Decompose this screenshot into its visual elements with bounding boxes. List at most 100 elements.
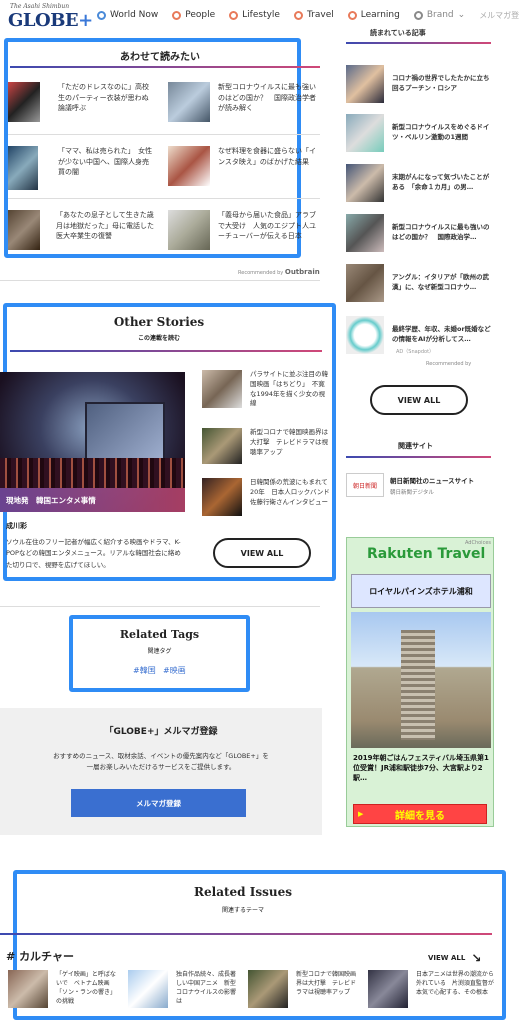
article-thumbnail — [346, 214, 384, 252]
outbrain-credit[interactable]: Recommended by Outbrain — [238, 268, 320, 276]
asahi-logo: 朝日新聞 — [346, 473, 384, 497]
article-thumbnail — [346, 264, 384, 302]
article-title: なぜ料理を食器に盛らない「インスタ映え」のばかげた結果 — [218, 147, 316, 166]
feature-screen — [85, 402, 165, 464]
globe-logo[interactable]: GLOBE+ — [8, 10, 93, 31]
ranking-item[interactable]: 末期がんになって気づいたことがある 「余命１カ月」の男… — [346, 164, 496, 202]
story-item[interactable]: 日韓関係の荒波にもまれて20年 日本人ロックバンド佐藤行衛さんインタビュー — [202, 478, 332, 516]
story-title: 日韓関係の荒波にもまれて20年 日本人ロックバンド佐藤行衛さんインタビュー — [250, 478, 330, 506]
divider — [8, 134, 320, 135]
issue-thumbnail — [128, 970, 168, 1008]
hotel-building — [401, 630, 435, 740]
article-thumbnail — [168, 146, 210, 186]
related-sites-title: 関連サイト — [398, 442, 433, 450]
sponsored-thumbnail — [346, 316, 384, 354]
ranking-item[interactable]: 新型コロナウイルスをめぐるドイツ・ベルリン激動の1週間 — [346, 114, 496, 152]
divider — [0, 606, 320, 607]
logo-text: GLOBE — [8, 10, 79, 31]
article-thumbnail — [8, 82, 40, 122]
article-card[interactable]: 「ただのドレスなのに」高校生のパーティー衣装が思わぬ論議呼ぶ — [8, 82, 156, 122]
issue-item[interactable]: 日本アニメは世界の潮流から外れている 片渕須直監督が本気で心配する、その根本 — [368, 970, 498, 1008]
story-thumbnail — [202, 428, 242, 464]
play-icon: ▶ — [358, 810, 364, 818]
newsletter-title: 「GLOBE+」メルマガ登録 — [104, 727, 218, 737]
ad-cta-button[interactable]: ▶ 詳細を見る — [353, 804, 487, 824]
article-card[interactable]: 「ママ、私は売られた」 女性が少ない中国へ、国際人身売買の闇 — [8, 146, 156, 190]
nav-learning[interactable]: Learning — [347, 10, 400, 20]
category-title: # カルチャー — [6, 948, 74, 964]
feature-story[interactable]: 現地発 韓国エンタメ事情 — [0, 372, 185, 512]
sponsored-text: 最終学歴、年収、未婚or既婚などの情報をAIが分析してス… — [392, 325, 491, 343]
issue-title: 「ゲイ映画」と呼ばないで ベトナム映画「ソン・ランの響き」の挑戦 — [56, 971, 117, 1005]
story-item[interactable]: パラサイトに並ぶ注目の韓国映画「はちどり」 不寛な1994年を描く少女の視線 — [202, 370, 332, 409]
related-site-name: 朝日新聞社のニュースサイト — [390, 476, 475, 485]
ranking-text: 新型コロナウイルスに最も強いのはどの国か？ 国際政治学… — [392, 223, 490, 241]
story-thumbnail — [202, 370, 242, 408]
sponsor-label: AD（Snapdot） — [396, 349, 435, 355]
article-thumbnail — [346, 164, 384, 202]
issues-view-all-link[interactable]: VIEW ALL ↘ — [428, 951, 481, 965]
divider — [346, 456, 491, 458]
nav-label: Lifestyle — [242, 10, 280, 20]
article-card[interactable]: 新型コロナウイルスに最も強いのはどの国か？ 国際政治学者が読み解く — [168, 82, 316, 122]
feature-description: ソウル在住のフリー記者が幅広く紹介する映画やドラマ、K-POPなどの韓国エンタメ… — [6, 538, 181, 569]
issue-item[interactable]: 新型コロナで韓国映画界は大打撃 テレビドラマは視聴率アップ — [248, 970, 360, 1008]
article-card[interactable]: 「義母から届いた食品」アラブで大受け 人気のエジプト人ユーチューバーが伝える日本 — [168, 210, 318, 250]
issue-item[interactable]: 独自作品続々、成長著しい中国アニメ 新型コロナウイルスの影響は — [128, 970, 240, 1008]
story-title: パラサイトに並ぶ注目の韓国映画「はちどり」 不寛な1994年を描く少女の視線 — [250, 370, 328, 408]
nav-lifestyle[interactable]: Lifestyle — [229, 10, 280, 20]
article-thumbnail — [8, 210, 40, 250]
issue-title: 独自作品続々、成長著しい中国アニメ 新型コロナウイルスの影響は — [176, 971, 237, 1005]
related-site-card[interactable]: 朝日新聞 朝日新聞社のニュースサイト 朝日新聞デジタル — [346, 470, 496, 500]
ranking-item[interactable]: アングル：イタリアが「欧州の武漢」に、なぜ新型コロナウ… — [346, 264, 496, 302]
issue-title: 新型コロナで韓国映画界は大打撃 テレビドラマは視聴率アップ — [296, 971, 357, 996]
article-thumbnail — [168, 82, 210, 122]
newsletter-signup-button[interactable]: メルマガ登録 — [71, 789, 246, 817]
ad-cta-label: 詳細を見る — [395, 810, 445, 822]
divider — [10, 350, 322, 352]
issue-thumbnail — [8, 970, 48, 1008]
view-all-label: VIEW ALL — [428, 954, 466, 962]
ranking-item[interactable]: 新型コロナウイルスに最も強いのはどの国か？ 国際政治学… — [346, 214, 496, 252]
outbrain-logo: Outbrain — [284, 268, 320, 276]
tag-movie[interactable]: #映画 — [163, 665, 186, 676]
ranking-item[interactable]: コロナ禍の世界でしたたかに立ち回るプーチン・ロシア — [346, 65, 496, 103]
ranking-text: アングル：イタリアが「欧州の武漢」に、なぜ新型コロナウ… — [392, 273, 489, 291]
ranking-text: コロナ禍の世界でしたたかに立ち回るプーチン・ロシア — [392, 74, 490, 92]
issue-item[interactable]: 「ゲイ映画」と呼ばないで ベトナム映画「ソン・ランの響き」の挑戦 — [8, 970, 120, 1008]
ranking-text: 新型コロナウイルスをめぐるドイツ・ベルリン激動の1週間 — [392, 123, 490, 141]
nav-label: World Now — [110, 10, 159, 20]
divider — [0, 280, 320, 281]
nav-brand[interactable]: Brand ⌄ — [413, 10, 465, 20]
article-title: 「義母から届いた食品」アラブで大受け 人気のエジプト人ユーチューバーが伝える日本 — [218, 211, 316, 240]
nav-travel[interactable]: Travel — [293, 10, 334, 20]
nav-people[interactable]: People — [172, 10, 215, 20]
tag-korea[interactable]: #韓国 — [133, 665, 156, 676]
rakuten-logo: Rakuten Travel — [367, 546, 486, 562]
related-issues-title: Related Issues — [194, 885, 292, 899]
story-title: 新型コロナで韓国映画界は大打撃 テレビドラマは視聴率アップ — [250, 428, 328, 456]
nav-world-now[interactable]: World Now — [97, 10, 158, 20]
other-stories-view-all-button[interactable]: VIEW ALL — [213, 538, 311, 568]
globe-icon — [97, 10, 106, 20]
issue-thumbnail — [368, 970, 408, 1008]
nav-label: Brand — [426, 10, 454, 20]
brand-icon — [413, 10, 423, 20]
article-title: 「ただのドレスなのに」高校生のパーティー衣装が思わぬ論議呼ぶ — [58, 83, 149, 112]
article-card[interactable]: なぜ料理を食器に盛らない「インスタ映え」のばかげた結果 — [168, 146, 316, 186]
feature-author: 成川彩 — [6, 522, 27, 530]
ad-hotel-image — [351, 612, 491, 748]
feature-tag: 現地発 韓国エンタメ事情 — [0, 488, 185, 512]
newsletter-link[interactable]: メルマガ登録 — [479, 10, 519, 21]
related-site-sub: 朝日新聞デジタル — [390, 489, 434, 496]
logo-plus: + — [78, 10, 93, 31]
story-thumbnail — [202, 478, 242, 516]
article-title: 「あなたの息子として生きた歳月は地獄だった」母に電話した医大卒業生の復讐 — [56, 211, 154, 240]
issue-title: 日本アニメは世界の潮流から外れている 片渕須直監督が本気で心配する、その根本 — [416, 971, 494, 996]
ranking-view-all-button[interactable]: VIEW ALL — [370, 385, 468, 415]
article-thumbnail — [346, 65, 384, 103]
story-item[interactable]: 新型コロナで韓国映画界は大打撃 テレビドラマは視聴率アップ — [202, 428, 332, 464]
ad-banner[interactable]: AdChoices Rakuten Travel ロイヤルパインズホテル浦和 2… — [346, 537, 494, 827]
article-card[interactable]: 「あなたの息子として生きた歳月は地獄だった」母に電話した医大卒業生の復讐 — [8, 210, 156, 250]
recommended-label: Recommended by — [238, 270, 284, 276]
